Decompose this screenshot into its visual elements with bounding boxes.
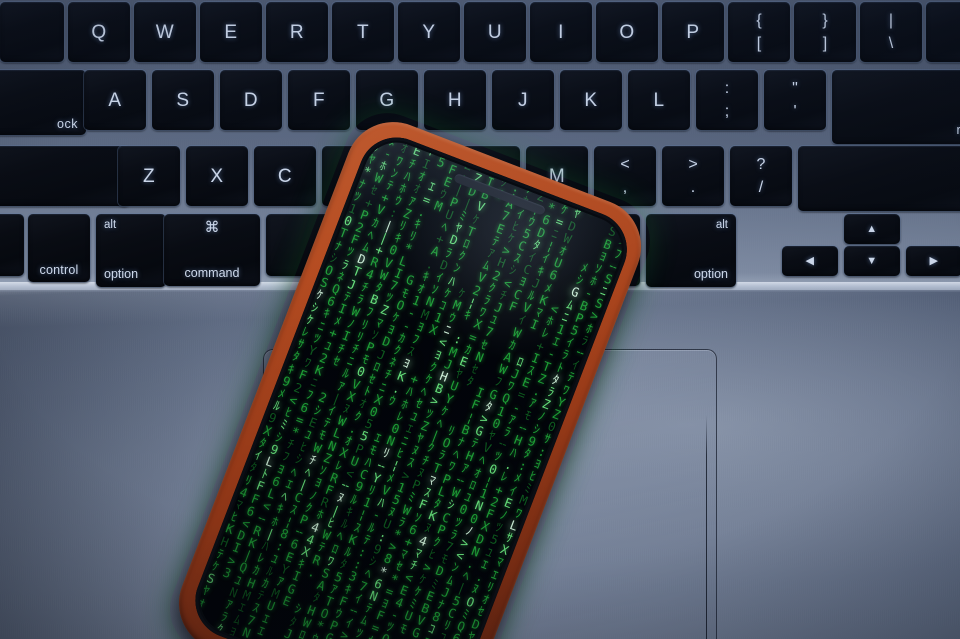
- key-option-right-legend-top: alt: [715, 219, 728, 231]
- key-option-right[interactable]: alt option: [646, 214, 736, 287]
- key-y[interactable]: Y: [398, 2, 460, 62]
- key-s-legend: S: [176, 89, 190, 111]
- key-shift-right[interactable]: sh: [798, 146, 960, 211]
- key-bracket-left[interactable]: {[: [728, 2, 790, 62]
- key-period[interactable]: >.: [662, 146, 724, 206]
- key-command-left[interactable]: ⌘ command: [164, 214, 260, 286]
- key-arrow-down[interactable]: ▼: [844, 246, 900, 276]
- screenshot-scene: QWERTYUIOP{[}]|\ockASDFGHJKL:;"'enretuZX…: [0, 0, 960, 639]
- key-delete-partial[interactable]: [926, 2, 960, 62]
- key-x-legend: X: [210, 165, 224, 187]
- key-arrow-right[interactable]: ▶: [906, 246, 960, 276]
- key-arrow-left[interactable]: ◀: [782, 246, 838, 276]
- key-bracket-right-legend-top: }: [822, 11, 828, 29]
- key-p-legend: P: [686, 21, 700, 43]
- key-t[interactable]: T: [332, 2, 394, 62]
- key-a[interactable]: A: [84, 70, 146, 130]
- key-q-legend: Q: [91, 21, 107, 43]
- key-k[interactable]: K: [560, 70, 622, 130]
- key-s[interactable]: S: [152, 70, 214, 130]
- key-l[interactable]: L: [628, 70, 690, 130]
- key-tab[interactable]: [0, 2, 64, 62]
- key-backslash[interactable]: | \: [860, 2, 922, 62]
- key-slash-legend-bottom: /: [758, 178, 764, 196]
- key-period-legend-bottom: .: [690, 178, 696, 196]
- key-q[interactable]: Q: [68, 2, 130, 62]
- key-backslash-legend-bottom: \: [888, 34, 894, 52]
- key-command-left-legend-text: command: [184, 266, 240, 280]
- key-u-legend: U: [487, 21, 503, 43]
- key-slash[interactable]: ? /: [730, 146, 792, 206]
- key-comma-legend-bottom: ,: [622, 178, 628, 196]
- key-semicolon-legend-top: :: [724, 79, 730, 97]
- key-return-legend-bottom: retu: [956, 123, 960, 137]
- key-y-legend: Y: [422, 21, 436, 43]
- key-return[interactable]: enretu: [832, 70, 960, 144]
- key-option-left-legend-top: alt: [104, 219, 117, 231]
- key-shift-left[interactable]: [0, 146, 130, 206]
- key-option-right-legend-bottom: option: [693, 267, 728, 281]
- key-d-legend: D: [243, 89, 259, 111]
- key-arrow-up-legend: ▲: [866, 222, 878, 235]
- key-period-legend-top: >: [688, 155, 698, 173]
- key-j[interactable]: J: [492, 70, 554, 130]
- key-h-legend: H: [447, 89, 463, 111]
- key-c-legend: C: [277, 165, 293, 187]
- key-g-legend: G: [379, 89, 395, 111]
- key-j-legend: J: [518, 89, 528, 111]
- key-arrow-right-legend: ▶: [929, 254, 939, 267]
- key-i[interactable]: I: [530, 2, 592, 62]
- key-option-left-legend-bottom: option: [104, 267, 139, 281]
- key-bracket-left-legend-top: {: [756, 11, 762, 29]
- key-e-legend: E: [224, 21, 238, 43]
- key-l-legend: L: [653, 89, 665, 111]
- key-z-legend: Z: [142, 165, 156, 187]
- key-quote[interactable]: " ': [764, 70, 826, 130]
- key-o[interactable]: O: [596, 2, 658, 62]
- key-w-legend: W: [155, 21, 175, 43]
- key-r[interactable]: R: [266, 2, 328, 62]
- key-d[interactable]: D: [220, 70, 282, 130]
- key-o-legend: O: [619, 21, 635, 43]
- key-k-legend: K: [584, 89, 598, 111]
- key-caps-lock-legend: ock: [57, 116, 78, 131]
- key-semicolon[interactable]: :;: [696, 70, 758, 130]
- key-w[interactable]: W: [134, 2, 196, 62]
- key-quote-legend-top: ": [792, 79, 798, 97]
- key-control-legend: control: [39, 262, 79, 277]
- key-arrow-down-legend: ▼: [866, 254, 878, 267]
- key-e[interactable]: E: [200, 2, 262, 62]
- key-quote-legend-bottom: ': [793, 102, 797, 120]
- key-f-legend: F: [312, 89, 326, 111]
- key-bracket-left-legend-bottom: [: [756, 34, 762, 52]
- key-option-left[interactable]: alt option: [96, 214, 166, 287]
- key-comma[interactable]: <,: [594, 146, 656, 206]
- key-semicolon-legend-bottom: ;: [724, 102, 730, 120]
- key-caps-lock[interactable]: ock: [0, 70, 86, 135]
- key-c[interactable]: C: [254, 146, 316, 206]
- key-comma-legend-top: <: [620, 155, 630, 173]
- key-r-legend: R: [289, 21, 305, 43]
- key-h[interactable]: H: [424, 70, 486, 130]
- key-bracket-right[interactable]: }]: [794, 2, 856, 62]
- key-z[interactable]: Z: [118, 146, 180, 206]
- key-control[interactable]: control: [28, 214, 90, 282]
- key-p[interactable]: P: [662, 2, 724, 62]
- key-x[interactable]: X: [186, 146, 248, 206]
- key-backslash-legend-top: |: [888, 11, 894, 29]
- key-slash-legend-top: ?: [756, 155, 766, 173]
- key-arrow-left-legend: ◀: [805, 254, 815, 267]
- key-f[interactable]: F: [288, 70, 350, 130]
- deck-seam: [706, 415, 707, 639]
- key-u[interactable]: U: [464, 2, 526, 62]
- key-bracket-right-legend-bottom: ]: [822, 34, 828, 52]
- key-fn[interactable]: [0, 214, 24, 276]
- key-i-legend: I: [558, 21, 564, 43]
- key-a-legend: A: [108, 89, 122, 111]
- key-t-legend: T: [356, 21, 370, 43]
- key-arrow-up[interactable]: ▲: [844, 214, 900, 244]
- key-command-left-legend-symbol: ⌘: [204, 219, 220, 236]
